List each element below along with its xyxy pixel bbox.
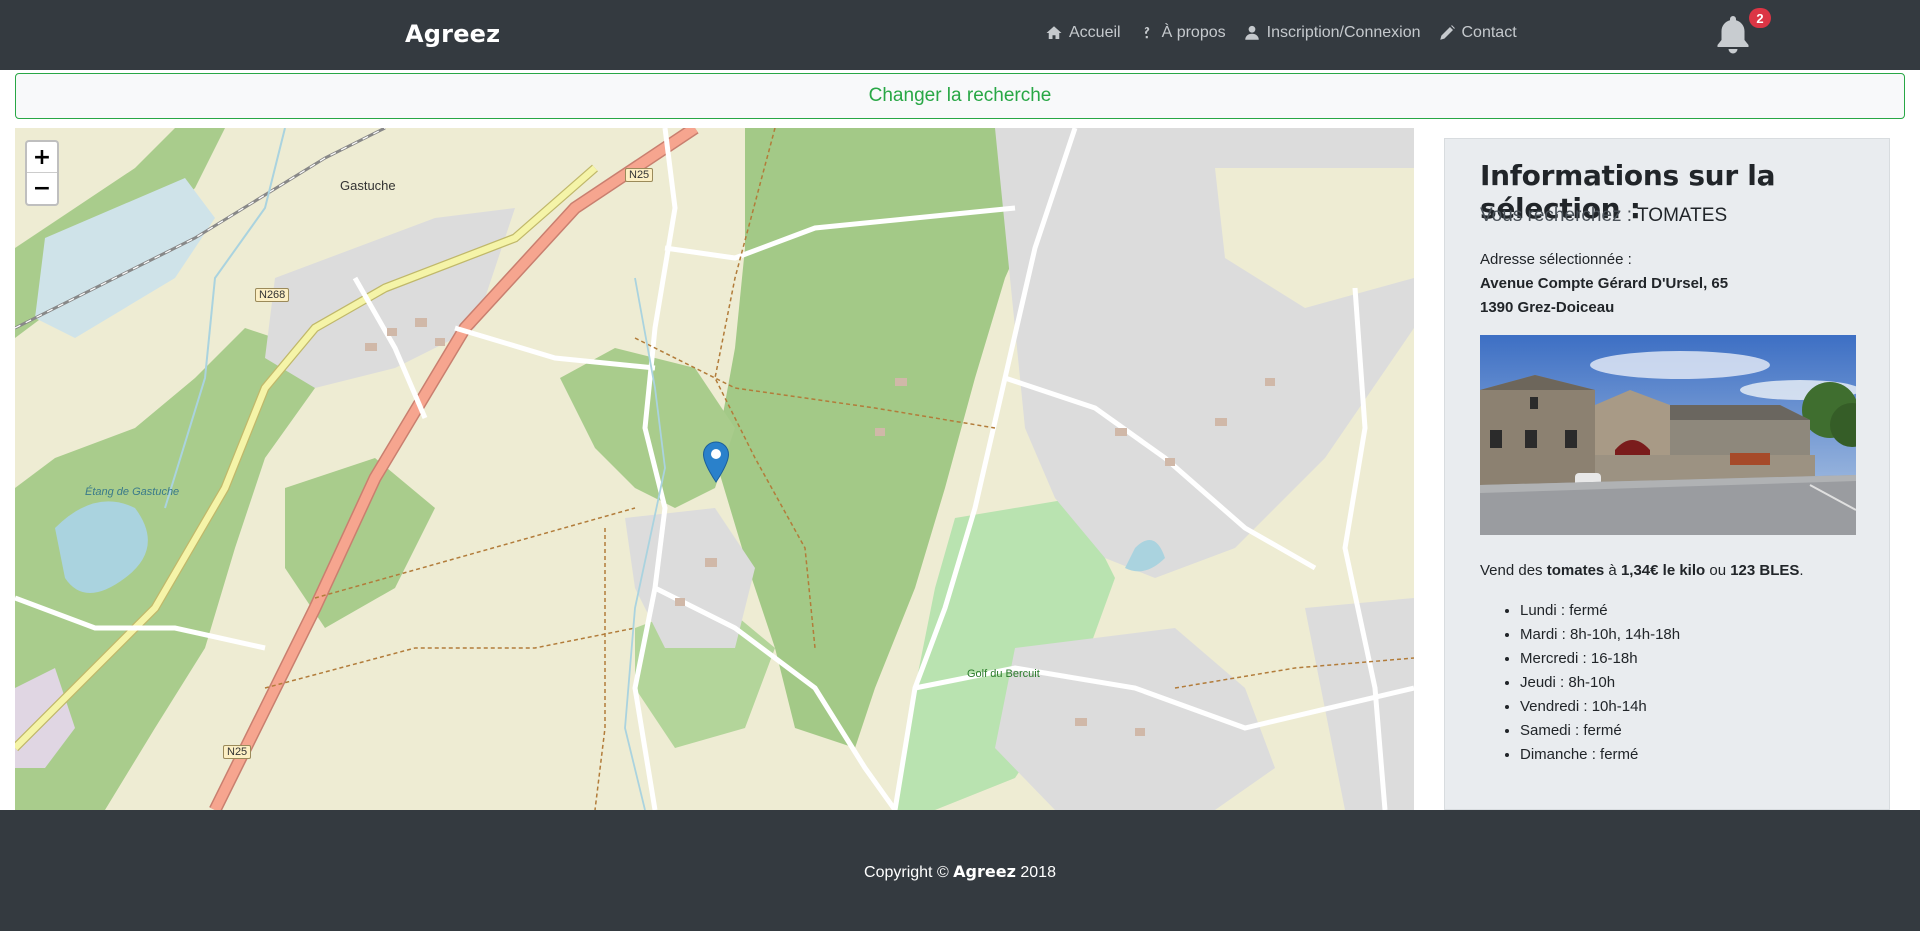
hours-item: Vendredi : 10h-14h (1520, 695, 1680, 719)
address-label: Adresse sélectionnée : (1480, 251, 1632, 268)
sale-alt: 123 BLES (1730, 562, 1800, 579)
sale-price: 1,34€ le kilo (1620, 562, 1706, 579)
notifications-button[interactable] (1715, 14, 1751, 54)
copyright-year: 2018 (1015, 864, 1056, 881)
map-view[interactable]: Gastuche N25 N268 N25 Golf du Bercuit Ét… (15, 128, 1414, 810)
sale-end: . (1799, 562, 1804, 579)
map-label-n25-south: N25 (223, 745, 252, 759)
nav-link-label: Contact (1461, 24, 1517, 41)
hours-item: Samedi : fermé (1520, 719, 1680, 743)
notification-count-badge: 2 (1749, 8, 1771, 28)
sale-prefix: Vend des (1480, 562, 1547, 579)
selection-info-panel: Informations sur la sélection : Vous rec… (1444, 138, 1890, 810)
home-icon (1046, 26, 1062, 39)
map-label-gastuche: Gastuche (340, 178, 396, 193)
copyright-prefix: Copyright © (864, 864, 954, 881)
footer-brand: Agreez (953, 862, 1016, 881)
map-marker-icon[interactable] (702, 441, 730, 483)
address-line-2: 1390 Grez-Doiceau (1480, 299, 1615, 316)
nav-link-label: Inscription/Connexion (1266, 24, 1421, 41)
copyright-text: Copyright © Agreez 2018 (0, 862, 1920, 882)
map-label-n268: N268 (255, 288, 290, 302)
nav-link-label: À propos (1161, 24, 1226, 41)
farm-photo (1480, 335, 1856, 535)
brand-logo[interactable]: Agreez (405, 20, 500, 48)
search-term: TOMATES (1637, 205, 1728, 226)
hours-item: Lundi : fermé (1520, 599, 1680, 623)
nav-links: Accueil À propos Inscription/Connexion C… (1045, 24, 1517, 42)
map-label-n25: N25 (625, 168, 654, 182)
zoom-in-button[interactable]: + (27, 142, 57, 172)
nav-link-accueil[interactable]: Accueil (1045, 24, 1121, 42)
hours-item: Dimanche : fermé (1520, 743, 1680, 767)
nav-link-label: Accueil (1069, 24, 1121, 41)
navbar: Agreez Accueil À propos Inscription/Conn… (0, 0, 1920, 70)
sale-mid: à (1604, 562, 1621, 579)
hours-item: Mardi : 8h-10h, 14h-18h (1520, 623, 1680, 647)
hours-item: Jeudi : 8h-10h (1520, 671, 1680, 695)
map-label-etang: Étang de Gastuche (85, 486, 180, 498)
zoom-out-button[interactable]: − (27, 172, 57, 204)
footer: Copyright © Agreez 2018 (0, 810, 1920, 931)
zoom-control: + − (25, 140, 59, 206)
sale-or: ou (1705, 562, 1731, 579)
change-search-button[interactable]: Changer la recherche (15, 73, 1905, 119)
search-prefix: Vous recherchez : (1480, 205, 1638, 226)
address-line-1: Avenue Compte Gérard D'Ursel, 65 (1480, 275, 1729, 292)
nav-link-a-propos[interactable]: À propos (1138, 24, 1226, 42)
opening-hours-list: Lundi : fermé Mardi : 8h-10h, 14h-18h Me… (1480, 599, 1680, 767)
hours-item: Mercredi : 16-18h (1520, 647, 1680, 671)
search-summary: Vous recherchez : TOMATES (1480, 205, 1727, 227)
map-label-golf: Golf du Bercuit (967, 668, 1040, 680)
nav-link-contact[interactable]: Contact (1438, 24, 1517, 42)
nav-link-inscription[interactable]: Inscription/Connexion (1243, 24, 1421, 42)
sale-product: tomates (1546, 562, 1605, 579)
bell-icon (1717, 16, 1749, 54)
sale-description: Vend des tomates à 1,34€ le kilo ou 123 … (1480, 562, 1804, 579)
pencil-icon (1439, 25, 1455, 40)
user-icon (1244, 25, 1259, 40)
question-icon (1144, 27, 1149, 39)
